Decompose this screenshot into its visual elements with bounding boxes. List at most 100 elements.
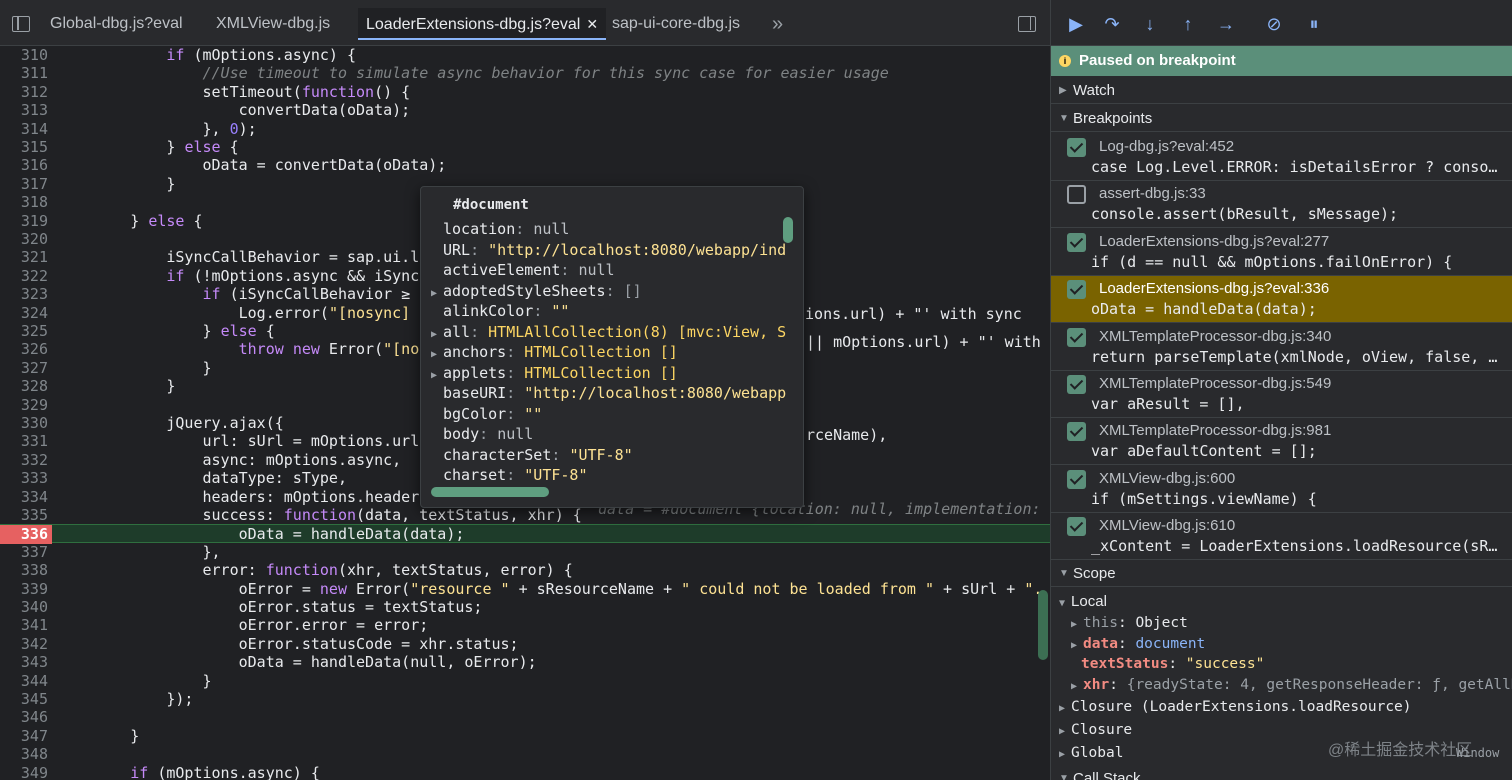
scope-var-xhr[interactable]: ▶ xhr: {readyState: 4, getResponseHeader… bbox=[1071, 675, 1512, 695]
line-number[interactable]: 328 bbox=[0, 377, 48, 395]
line-number[interactable]: 327 bbox=[0, 359, 48, 377]
step-icon[interactable]: → bbox=[1215, 13, 1237, 35]
line-number[interactable]: 312 bbox=[0, 83, 48, 101]
line-number[interactable]: 342 bbox=[0, 635, 48, 653]
line-number[interactable]: 315 bbox=[0, 138, 48, 156]
line-number[interactable]: 311 bbox=[0, 64, 48, 82]
resume-icon[interactable]: ▶ bbox=[1065, 13, 1087, 35]
scope-var-data[interactable]: ▶ data: document bbox=[1071, 634, 1512, 654]
popover-horizontal-scrollbar[interactable] bbox=[431, 487, 549, 497]
breakpoint-checkbox[interactable] bbox=[1067, 185, 1086, 205]
line-number[interactable]: 349 bbox=[0, 764, 48, 780]
popover-property-row[interactable]: ▶ adoptedStyleSheets: [] bbox=[431, 281, 791, 301]
watch-section-header[interactable]: ▶ Watch bbox=[1051, 78, 1512, 104]
code-line[interactable]: 340 oError.status = textStatus; bbox=[0, 598, 1050, 616]
popover-property-row[interactable]: ▶ all: HTMLAllCollection(8) [mvc:View, S bbox=[431, 322, 791, 342]
current-execution-line[interactable]: 336 oData = handleData(data); bbox=[0, 524, 1050, 544]
breakpoint-checkbox[interactable] bbox=[1067, 469, 1086, 489]
line-number[interactable]: 340 bbox=[0, 598, 48, 616]
line-number[interactable]: 348 bbox=[0, 745, 48, 763]
code-line[interactable]: 314 }, 0); bbox=[0, 120, 1050, 138]
tab-xmlview-dbg[interactable]: XMLView-dbg.js bbox=[216, 8, 330, 40]
line-number[interactable]: 346 bbox=[0, 708, 48, 726]
line-number[interactable]: 310 bbox=[0, 46, 48, 64]
breakpoint-item[interactable]: assert-dbg.js:33 console.assert(bResult, … bbox=[1051, 181, 1512, 229]
scope-var-textstatus[interactable]: textStatus: "success" bbox=[1081, 654, 1512, 674]
line-number[interactable]: 345 bbox=[0, 690, 48, 708]
more-tabs-icon[interactable]: » bbox=[772, 10, 783, 38]
code-line[interactable]: 315 } else { bbox=[0, 138, 1050, 156]
line-number[interactable]: 337 bbox=[0, 543, 48, 561]
code-line[interactable]: 349 if (mOptions.async) { bbox=[0, 764, 1050, 780]
popover-vertical-scrollbar[interactable] bbox=[783, 217, 793, 243]
breakpoint-item[interactable]: LoaderExtensions-dbg.js?eval:277 if (d ==… bbox=[1051, 229, 1512, 276]
breakpoint-checkbox[interactable] bbox=[1067, 232, 1086, 252]
code-line[interactable]: 343 oData = handleData(null, oError); bbox=[0, 653, 1050, 671]
tab-global-dbg[interactable]: Global-dbg.js?eval bbox=[50, 8, 183, 40]
close-tab-icon[interactable]: ✕ bbox=[586, 8, 598, 40]
code-line[interactable]: 316 oData = convertData(oData); bbox=[0, 156, 1050, 174]
line-number[interactable]: 333 bbox=[0, 469, 48, 487]
line-number[interactable]: 344 bbox=[0, 672, 48, 690]
pause-on-exceptions-icon[interactable]: ⏸ bbox=[1303, 13, 1325, 35]
breakpoint-checkbox[interactable] bbox=[1067, 327, 1086, 347]
breakpoint-checkbox[interactable] bbox=[1067, 375, 1086, 394]
scope-var-this[interactable]: ▶ this: Object bbox=[1071, 613, 1512, 633]
line-number[interactable]: 329 bbox=[0, 396, 48, 414]
line-number[interactable]: 322 bbox=[0, 267, 48, 285]
code-line[interactable]: 338 error: function(xhr, textStatus, err… bbox=[0, 561, 1050, 579]
scope-local-header[interactable]: ▼ Local bbox=[1059, 592, 1512, 612]
breakpoint-checkbox[interactable] bbox=[1067, 422, 1086, 442]
line-number[interactable]: 318 bbox=[0, 193, 48, 211]
breakpoint-item[interactable]: XMLTemplateProcessor-dbg.js:549 var aResu… bbox=[1051, 371, 1512, 418]
breakpoint-checkbox[interactable] bbox=[1067, 138, 1086, 157]
breakpoint-item[interactable]: XMLTemplateProcessor-dbg.js:981 var aDefa… bbox=[1051, 418, 1512, 466]
code-line[interactable]: 339 oError = new Error("resource " + sRe… bbox=[0, 580, 1050, 598]
line-number[interactable]: 319 bbox=[0, 212, 48, 230]
line-number[interactable]: 323 bbox=[0, 285, 48, 303]
breakpoint-item[interactable]: XMLView-dbg.js:600 if (mSettings.viewName… bbox=[1051, 466, 1512, 513]
code-scrollbar[interactable] bbox=[1038, 590, 1048, 660]
breakpoint-checkbox[interactable] bbox=[1067, 280, 1086, 300]
step-out-icon[interactable]: ↑ bbox=[1177, 13, 1199, 35]
line-number[interactable]: 347 bbox=[0, 727, 48, 745]
line-number[interactable]: 336 bbox=[0, 525, 52, 544]
breakpoint-checkbox[interactable] bbox=[1067, 517, 1086, 537]
breakpoints-section-header[interactable]: ▼ Breakpoints bbox=[1051, 106, 1512, 132]
line-number[interactable]: 332 bbox=[0, 451, 48, 469]
breakpoint-item[interactable]: XMLView-dbg.js:610 _xContent = LoaderExte… bbox=[1051, 513, 1512, 561]
step-over-icon[interactable]: ↷ bbox=[1101, 13, 1123, 35]
code-line[interactable]: 342 oError.statusCode = xhr.status; bbox=[0, 635, 1050, 653]
line-number[interactable]: 320 bbox=[0, 230, 48, 248]
code-line[interactable]: 311 //Use timeout to simulate async beha… bbox=[0, 64, 1050, 82]
code-line[interactable]: 341 oError.error = error; bbox=[0, 616, 1050, 634]
line-number[interactable]: 343 bbox=[0, 653, 48, 671]
line-number[interactable]: 339 bbox=[0, 580, 48, 598]
deactivate-breakpoints-icon[interactable]: ⊘ bbox=[1263, 13, 1285, 35]
expand-arrow-icon[interactable]: ▶ bbox=[431, 284, 443, 301]
expand-arrow-icon[interactable]: ▶ bbox=[431, 345, 443, 362]
code-line[interactable]: 310 if (mOptions.async) { bbox=[0, 46, 1050, 64]
scope-section-header[interactable]: ▼ Scope bbox=[1051, 561, 1512, 587]
line-number[interactable]: 338 bbox=[0, 561, 48, 579]
line-number[interactable]: 316 bbox=[0, 156, 48, 174]
scope-closure-loadresource[interactable]: ▶ Closure (LoaderExtensions.loadResource… bbox=[1059, 697, 1512, 717]
code-line[interactable]: 347 } bbox=[0, 727, 1050, 745]
code-line[interactable]: 346 bbox=[0, 708, 1050, 726]
tab-loaderextensions-dbg[interactable]: LoaderExtensions-dbg.js?eval ✕ bbox=[358, 8, 607, 40]
line-number[interactable]: 321 bbox=[0, 248, 48, 266]
popover-property-row[interactable]: ▶ applets: HTMLCollection [] bbox=[431, 363, 791, 383]
code-line[interactable]: 344 } bbox=[0, 672, 1050, 690]
line-number[interactable]: 341 bbox=[0, 616, 48, 634]
code-line[interactable]: 337 }, bbox=[0, 543, 1050, 561]
step-into-icon[interactable]: ↓ bbox=[1139, 13, 1161, 35]
breakpoint-item[interactable]: Log-dbg.js?eval:452 case Log.Level.ERROR:… bbox=[1051, 134, 1512, 181]
code-line[interactable]: 313 convertData(oData); bbox=[0, 101, 1050, 119]
toggle-navigator-icon[interactable] bbox=[12, 16, 30, 32]
expand-arrow-icon[interactable]: ▶ bbox=[431, 325, 443, 342]
toggle-debugger-icon[interactable] bbox=[1018, 16, 1036, 32]
code-line[interactable]: 345 }); bbox=[0, 690, 1050, 708]
line-number[interactable]: 317 bbox=[0, 175, 48, 193]
line-number[interactable]: 313 bbox=[0, 101, 48, 119]
breakpoint-item[interactable]: XMLTemplateProcessor-dbg.js:340 return pa… bbox=[1051, 324, 1512, 371]
